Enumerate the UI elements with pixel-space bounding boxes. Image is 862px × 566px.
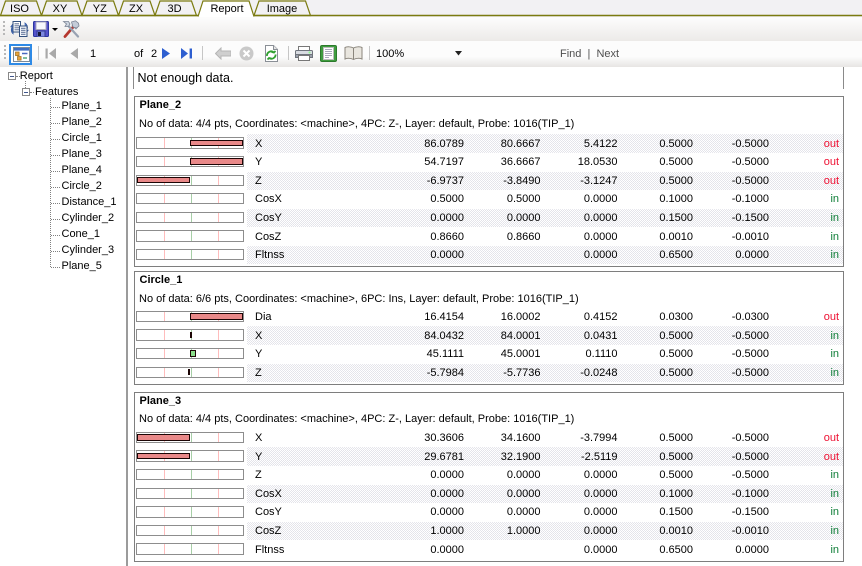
svg-text:XY: XY [53,3,68,15]
svg-text:Report: Report [210,3,243,15]
svg-text:YZ: YZ [93,3,107,15]
svg-text:3D: 3D [167,3,181,15]
svg-text:Image: Image [267,3,298,15]
svg-text:ZX: ZX [129,3,144,15]
svg-text:ISO: ISO [10,3,29,15]
